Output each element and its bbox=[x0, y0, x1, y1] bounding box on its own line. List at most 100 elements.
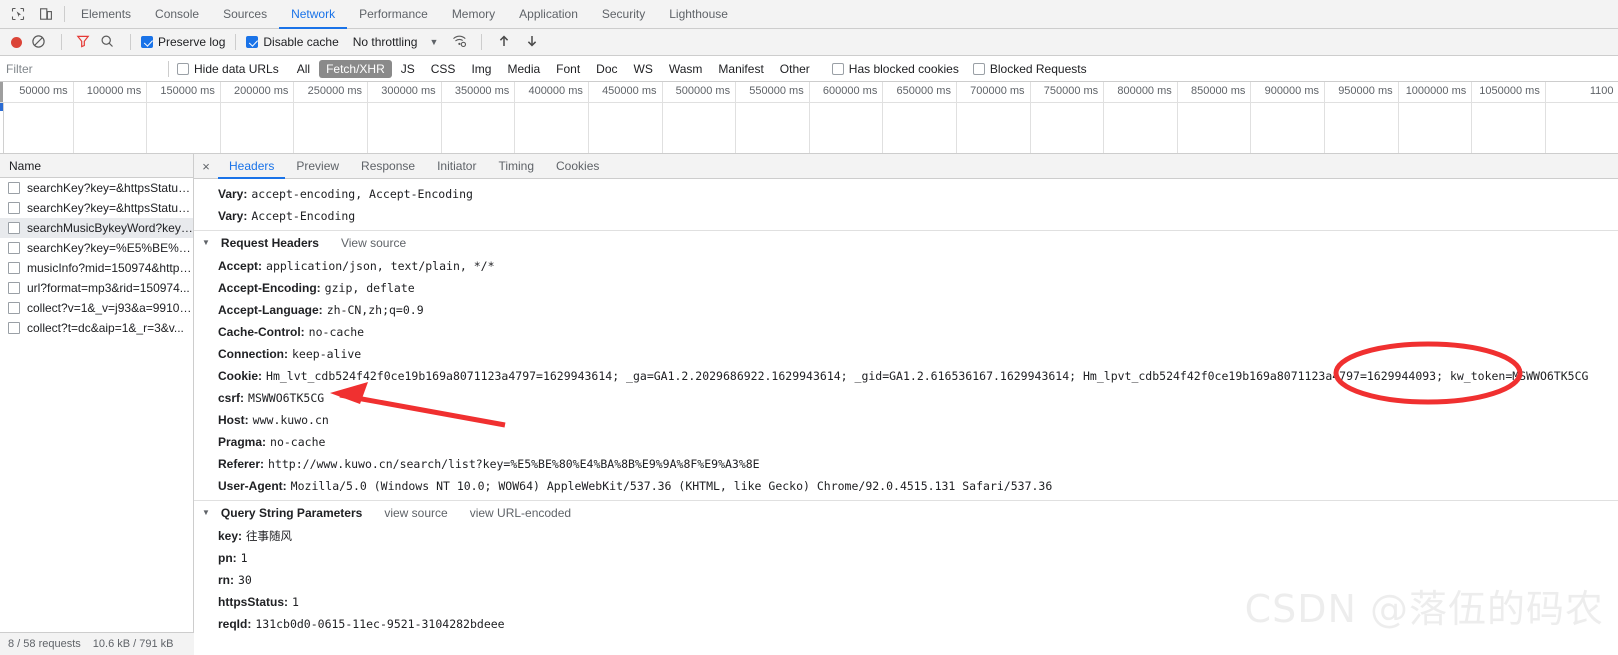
section-title: Request Headers bbox=[220, 235, 319, 250]
request-row[interactable]: musicInfo?mid=150974&https... bbox=[0, 258, 193, 278]
type-filter-css[interactable]: CSS bbox=[424, 60, 463, 78]
import-har-icon[interactable] bbox=[497, 34, 511, 51]
header-key: csrf: bbox=[218, 391, 245, 405]
network-timeline-overview[interactable]: 50000 ms 100000 ms 150000 ms 200000 ms 25000… bbox=[0, 82, 1618, 154]
network-conditions-icon[interactable] bbox=[452, 34, 467, 51]
device-toolbar-icon[interactable] bbox=[36, 4, 56, 24]
timeline-tick: 500000 ms bbox=[663, 82, 737, 153]
detail-tab-response[interactable]: Response bbox=[350, 154, 426, 179]
hide-data-urls-checkbox[interactable]: Hide data URLs bbox=[177, 62, 279, 76]
export-har-icon[interactable] bbox=[525, 34, 539, 51]
header-value: no-cache bbox=[270, 435, 326, 449]
blocked-requests-checkbox[interactable]: Blocked Requests bbox=[972, 62, 1087, 76]
disclosure-triangle-icon[interactable]: ▼ bbox=[202, 238, 210, 247]
request-name: searchMusicBykeyWord?key=... bbox=[27, 221, 193, 235]
filter-input[interactable] bbox=[0, 56, 160, 81]
request-row[interactable]: collect?t=dc&aip=1&_r=3&v... bbox=[0, 318, 193, 338]
type-filter-fetch-xhr[interactable]: Fetch/XHR bbox=[319, 59, 392, 78]
request-row[interactable]: url?format=mp3&rid=150974... bbox=[0, 278, 193, 298]
timeline-tick: 400000 ms bbox=[515, 82, 589, 153]
network-main: Name searchKey?key=&httpsStatus... search… bbox=[0, 154, 1618, 635]
devtools-tabbar: Elements Console Sources Network Perform… bbox=[0, 0, 1618, 29]
request-checkbox[interactable] bbox=[8, 202, 20, 214]
tab-label: Sources bbox=[223, 6, 268, 21]
type-filter-all[interactable]: All bbox=[290, 60, 317, 78]
section-link-1[interactable]: view source bbox=[384, 506, 447, 520]
type-filter-font[interactable]: Font bbox=[549, 60, 587, 78]
filter-funnel-icon[interactable] bbox=[76, 34, 90, 51]
detail-tab-headers[interactable]: Headers bbox=[218, 154, 286, 179]
detail-tab-initiator[interactable]: Initiator bbox=[426, 154, 487, 179]
chevron-down-icon[interactable]: ▼ bbox=[429, 37, 438, 47]
request-row[interactable]: searchKey?key=&httpsStatus... bbox=[0, 198, 193, 218]
request-checkbox[interactable] bbox=[8, 222, 20, 234]
request-checkbox[interactable] bbox=[8, 262, 20, 274]
tab-security[interactable]: Security bbox=[590, 0, 657, 29]
type-filter-other[interactable]: Other bbox=[773, 60, 817, 78]
inspect-element-icon[interactable] bbox=[8, 4, 28, 24]
preserve-log-checkbox[interactable]: Preserve log bbox=[141, 35, 225, 49]
header-value: Mozilla/5.0 (Windows NT 10.0; WOW64) App… bbox=[290, 479, 1053, 493]
has-blocked-cookies-label: Has blocked cookies bbox=[848, 61, 959, 76]
detail-tab-cookies[interactable]: Cookies bbox=[545, 154, 610, 179]
timeline-tick-label: 750000 ms bbox=[1043, 85, 1099, 97]
timeline-tick-label: 800000 ms bbox=[1117, 85, 1172, 97]
type-filter-img[interactable]: Img bbox=[464, 60, 498, 78]
request-checkbox[interactable] bbox=[8, 242, 20, 254]
type-filter-js[interactable]: JS bbox=[394, 60, 422, 78]
request-checkbox[interactable] bbox=[8, 302, 20, 314]
disable-cache-checkbox[interactable]: Disable cache bbox=[246, 35, 339, 49]
tab-lighthouse[interactable]: Lighthouse bbox=[657, 0, 740, 29]
tabbar-divider bbox=[64, 6, 65, 22]
column-header-name: Name bbox=[9, 158, 42, 173]
throttling-select[interactable]: No throttling bbox=[353, 35, 418, 49]
request-row[interactable]: collect?v=1&_v=j93&a=99100... bbox=[0, 298, 193, 318]
record-icon[interactable] bbox=[11, 36, 22, 48]
search-icon[interactable] bbox=[100, 34, 114, 51]
section-link-1[interactable]: View source bbox=[341, 236, 406, 250]
request-checkbox[interactable] bbox=[8, 322, 20, 334]
tab-elements[interactable]: Elements bbox=[69, 0, 143, 29]
type-filter-media[interactable]: Media bbox=[500, 60, 547, 78]
close-icon[interactable]: × bbox=[194, 154, 218, 178]
timeline-tick-label: 100000 ms bbox=[86, 85, 142, 97]
tab-application[interactable]: Application bbox=[507, 0, 590, 29]
timeline-tick-label: 450000 ms bbox=[602, 85, 657, 97]
tab-console[interactable]: Console bbox=[143, 0, 211, 29]
timeline-tick: 300000 ms bbox=[368, 82, 442, 153]
type-filter-manifest[interactable]: Manifest bbox=[711, 60, 770, 78]
request-headers-section-header: ▼ Request Headers View source bbox=[194, 230, 1618, 254]
type-filter-ws[interactable]: WS bbox=[627, 60, 660, 78]
timeline-tick: 350000 ms bbox=[442, 82, 516, 153]
section-link-2[interactable]: view URL-encoded bbox=[470, 506, 571, 520]
timeline-tick: 1100 bbox=[1546, 82, 1618, 153]
request-row[interactable]: searchMusicBykeyWord?key=... bbox=[0, 218, 193, 238]
timeline-tick-label: 950000 ms bbox=[1338, 85, 1393, 97]
type-filter-doc[interactable]: Doc bbox=[589, 60, 624, 78]
detail-tabbar: × Headers Preview Response Initiator Tim… bbox=[194, 154, 1618, 179]
type-filter-wasm[interactable]: Wasm bbox=[662, 60, 710, 78]
request-checkbox[interactable] bbox=[8, 282, 20, 294]
disclosure-triangle-icon[interactable]: ▼ bbox=[202, 508, 210, 517]
timeline-tick: 650000 ms bbox=[883, 82, 957, 153]
detail-tab-preview[interactable]: Preview bbox=[285, 154, 350, 179]
request-checkbox[interactable] bbox=[8, 182, 20, 194]
has-blocked-cookies-checkbox[interactable]: Has blocked cookies bbox=[831, 61, 959, 76]
clear-icon[interactable] bbox=[31, 34, 47, 50]
devtools-window: Elements Console Sources Network Perform… bbox=[0, 0, 1618, 655]
tab-memory[interactable]: Memory bbox=[440, 0, 507, 29]
request-row[interactable]: searchKey?key=&httpsStatus... bbox=[0, 178, 193, 198]
timeline-tick: 600000 ms bbox=[810, 82, 884, 153]
request-list-column-header[interactable]: Name bbox=[0, 154, 193, 178]
request-row[interactable]: searchKey?key=%E5%BE%80... bbox=[0, 238, 193, 258]
detail-tab-timing[interactable]: Timing bbox=[487, 154, 545, 179]
tab-performance[interactable]: Performance bbox=[347, 0, 440, 29]
timeline-tick-label: 1100 bbox=[1589, 85, 1614, 97]
tab-sources[interactable]: Sources bbox=[211, 0, 279, 29]
header-key: pn: bbox=[218, 551, 237, 565]
watermark: CSDN @落伍的码农 bbox=[1244, 587, 1604, 631]
request-name: musicInfo?mid=150974&https... bbox=[27, 261, 193, 275]
headers-content: Vary: accept-encoding, Accept-Encoding Var… bbox=[194, 179, 1618, 635]
tab-network[interactable]: Network bbox=[279, 0, 348, 29]
timeline-tick-label: 1000000 ms bbox=[1405, 85, 1467, 97]
